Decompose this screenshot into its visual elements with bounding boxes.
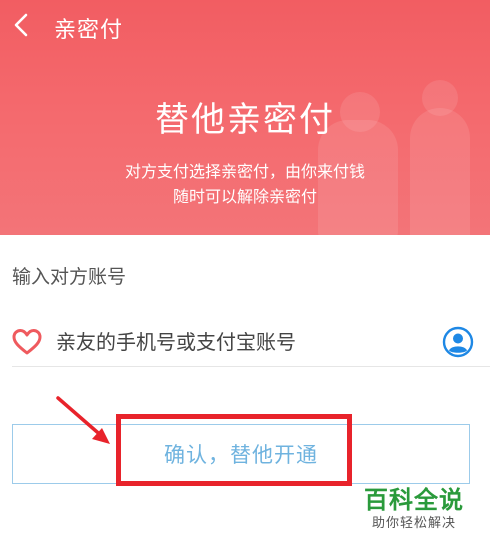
hero-title: 替他亲密付 [155,100,335,140]
contact-icon [442,326,474,358]
heart-icon [12,329,42,355]
section-label: 输入对方账号 [12,266,127,288]
page-title: 亲密付 [54,18,124,43]
watermark-sub: 助你轻松解决 [372,516,457,531]
contact-picker-button[interactable] [442,326,474,358]
hero-subtitle-line1: 对方支付选择亲密付，由你来付钱 [124,162,365,181]
header-banner: 亲密付 替他亲密付 对方支付选择亲密付，由你来付钱 随时可以解除亲密付 [0,0,490,235]
watermark-main: 百科全说 [364,486,464,514]
account-input[interactable] [54,324,428,360]
confirm-button-label: 确认，替他开通 [164,443,318,467]
back-button[interactable] [10,12,36,38]
back-arrow-icon [14,13,28,37]
hero-subtitle-line2: 随时可以解除亲密付 [172,187,317,206]
annotation-arrow [56,396,110,444]
account-input-row [12,318,490,367]
watermark-logo: 百科全说 助你轻松解决 [364,480,484,536]
